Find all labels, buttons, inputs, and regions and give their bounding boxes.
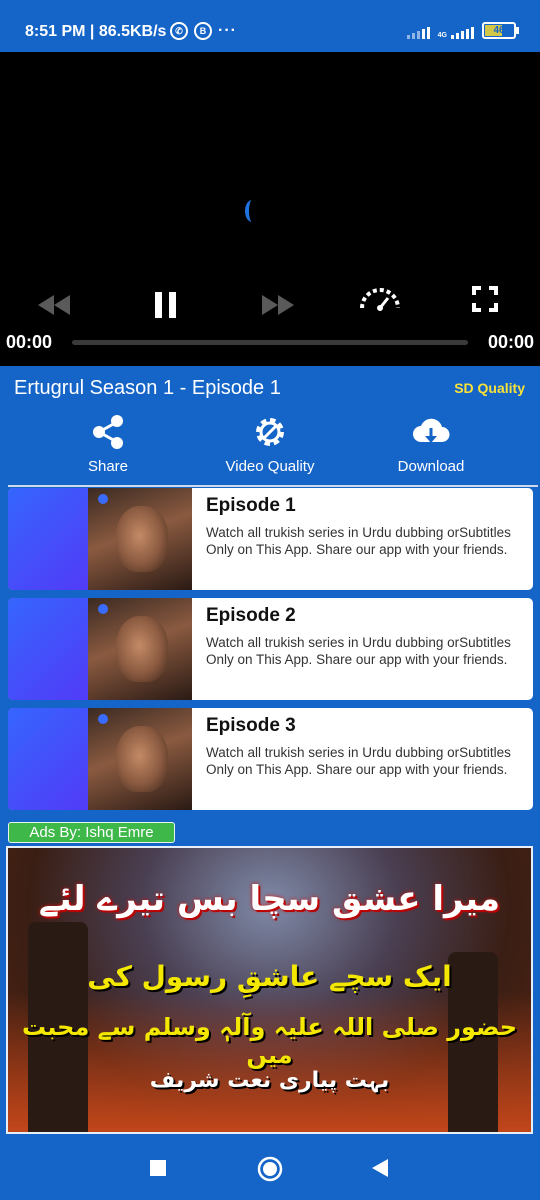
- share-icon: [93, 415, 123, 449]
- total-time: 00:00: [487, 332, 534, 352]
- divider: [8, 485, 538, 487]
- whatsapp-icon: ✆: [170, 22, 188, 40]
- episode-header: Ertugrul Season 1 - Episode 1 SD Quality: [0, 366, 540, 410]
- ad-text-line: حضور صلی اللہ علیہ وآلہٖ وسلم سے محبت می…: [21, 1013, 518, 1069]
- playback-speed-icon[interactable]: [359, 286, 401, 312]
- ad-text-line: بہت پیاری نعت شریف: [149, 1068, 390, 1093]
- action-bar: Share Video Quality Download: [0, 412, 540, 482]
- system-indicators: 4G 46: [406, 22, 519, 39]
- status-time: 8:51 PM | 86.5KB/s: [25, 23, 167, 40]
- pause-icon[interactable]: [155, 292, 177, 318]
- video-quality-button[interactable]: Video Quality: [190, 412, 350, 475]
- video-quality-label: Video Quality: [225, 458, 315, 475]
- home-icon[interactable]: [257, 1156, 283, 1182]
- episode-title: Ertugrul Season 1 - Episode 1: [14, 377, 281, 399]
- ad-banner[interactable]: میرا عشق سچا بس تیرے لئے ایک سچے عاشقِ ر…: [6, 846, 533, 1134]
- download-label: Download: [397, 458, 465, 475]
- settings-gear-icon: [256, 418, 284, 446]
- cloud-download-icon: [413, 418, 450, 443]
- loading-spinner-icon: [245, 200, 259, 222]
- b-app-icon: B: [194, 22, 212, 40]
- video-player[interactable]: 00:00 00:00: [0, 52, 540, 366]
- back-icon[interactable]: [372, 1159, 388, 1177]
- battery-icon: 46: [482, 22, 519, 39]
- quality-badge: SD Quality: [454, 380, 525, 396]
- rewind-icon[interactable]: [38, 295, 70, 315]
- signal-strength-4g-icon: [451, 25, 474, 39]
- fullscreen-icon[interactable]: [472, 286, 498, 312]
- episode-card-title: Episode 2: [206, 605, 296, 626]
- ad-text-line: ایک سچے عاشقِ رسول کی: [87, 960, 452, 993]
- episode-card-description: Watch all trukish series in Urdu dubbing…: [206, 745, 511, 777]
- episode-thumbnail: [8, 488, 192, 590]
- episode-card-description: Watch all trukish series in Urdu dubbing…: [206, 525, 511, 557]
- notification-icons: ✆ B ···: [170, 22, 237, 40]
- download-button[interactable]: Download: [351, 412, 511, 475]
- system-nav-bar: [0, 1136, 540, 1200]
- signal-strength-icon: [406, 25, 430, 39]
- battery-level: 46: [493, 25, 505, 36]
- ads-badge: Ads By: Ishq Emre: [8, 822, 175, 843]
- current-time: 00:00: [6, 332, 53, 352]
- episode-thumbnail: [8, 708, 192, 810]
- network-type: 4G: [437, 32, 447, 39]
- episode-thumbnail: [8, 598, 192, 700]
- episode-card-2[interactable]: Episode 2 Watch all trukish series in Ur…: [8, 598, 533, 700]
- share-button[interactable]: Share: [28, 412, 188, 475]
- seek-bar[interactable]: [72, 340, 468, 345]
- status-bar: 8:51 PM | 86.5KB/s ✆ B ··· 4G 46: [0, 0, 540, 52]
- episode-card-description: Watch all trukish series in Urdu dubbing…: [206, 635, 511, 667]
- episode-card-title: Episode 3: [206, 715, 296, 736]
- episode-card-3[interactable]: Episode 3 Watch all trukish series in Ur…: [8, 708, 533, 810]
- episode-card-1[interactable]: Episode 1 Watch all trukish series in Ur…: [8, 488, 533, 590]
- fast-forward-icon[interactable]: [262, 295, 294, 315]
- ad-text-line: میرا عشق سچا بس تیرے لئے: [38, 879, 501, 919]
- recent-apps-icon[interactable]: [150, 1160, 166, 1176]
- share-label: Share: [87, 458, 129, 475]
- more-notifications-icon: ···: [218, 22, 237, 39]
- episode-card-title: Episode 1: [206, 495, 296, 516]
